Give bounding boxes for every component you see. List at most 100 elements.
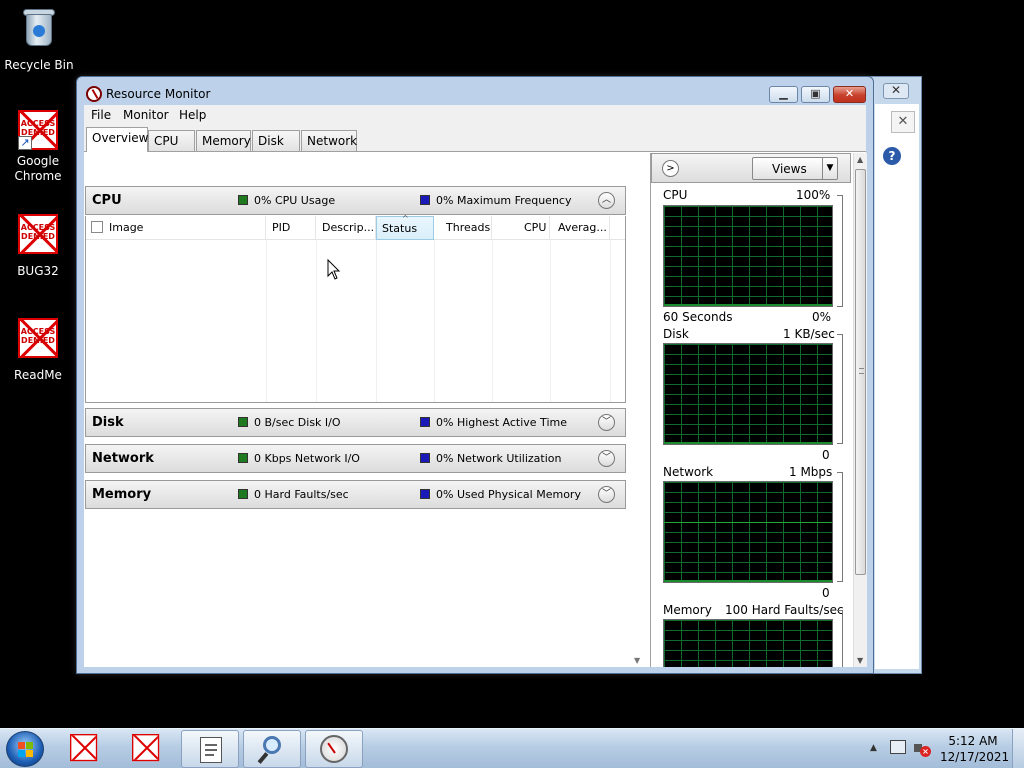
chevron-up-icon[interactable]: ︿ [598,192,615,209]
column-status[interactable]: ^ Status [376,214,434,240]
network-io-legend: 0 Kbps Network I/O [238,452,360,465]
system-clock[interactable]: 5:12 AM 12/17/2021 [940,733,1010,765]
scroll-down-icon[interactable]: ▼ [857,656,863,665]
notepad-icon [200,737,222,763]
menu-help[interactable]: Help [179,108,206,122]
table-header: Image PID Descrip... ^ Status Threads CPU… [86,214,625,240]
scrollbar-thumb[interactable] [855,169,866,575]
disk-io-legend: 0 B/sec Disk I/O [238,416,341,429]
access-denied-icon [70,734,98,762]
hard-faults-legend: 0 Hard Faults/sec [238,488,349,501]
tab-cpu[interactable]: CPU [148,130,195,151]
recycle-bin-icon [22,8,56,48]
desktop-icon-label: Recycle Bin [4,58,74,72]
tab-network[interactable]: Network [301,130,357,151]
chevron-right-icon[interactable]: > [662,160,679,177]
column-cpu[interactable]: CPU [492,216,550,240]
gauge-icon [320,735,348,763]
desktop-icon-google-chrome[interactable]: ACCESS DENIED ↗ Google Chrome [0,110,76,184]
resource-monitor-window: Resource Monitor ▁ ▣ ✕ File Monitor Help… [76,76,874,674]
cpu-graph [663,205,833,307]
chevron-down-icon[interactable]: ﹀ [598,414,615,431]
clock-date: 12/17/2021 [940,750,1010,764]
graph-max: 100 Hard Faults/sec [725,603,844,617]
graph-max: 1 Mbps [789,465,833,479]
scroll-up-icon[interactable]: ▲ [857,155,863,164]
taskbar-item-resource-monitor[interactable] [305,730,363,768]
graph-max: 100% [796,188,831,202]
maximize-button[interactable]: ▣ [801,86,830,103]
graph-footer-right: 0 [822,448,830,462]
views-button[interactable]: Views ▼ [752,157,838,180]
disk-section-header[interactable]: Disk 0 B/sec Disk I/O 0% Highest Active … [85,408,626,437]
cpu-process-table: Image PID Descrip... ^ Status Threads CPU… [85,214,626,403]
physical-memory-legend: 0% Used Physical Memory [420,488,581,501]
left-pane-scrollbar[interactable]: ▼ [631,153,645,667]
minimize-button[interactable]: ▁ [769,86,798,103]
taskbar-item-access-denied-2[interactable] [118,730,176,768]
title-bar[interactable]: Resource Monitor ▁ ▣ ✕ [77,77,873,105]
dropdown-arrow-icon[interactable]: ▼ [822,158,837,179]
cpu-section-header[interactable]: CPU 0% CPU Usage 0% Maximum Frequency ︿ [85,186,626,215]
desktop-icon-recycle-bin[interactable]: Recycle Bin [1,8,77,73]
show-hidden-icons-icon[interactable]: ▲ [870,743,877,753]
tab-overview[interactable]: Overview [86,127,149,152]
menu-file[interactable]: File [91,108,111,122]
chevron-down-icon[interactable]: ﹀ [598,450,615,467]
access-denied-icon [132,734,160,762]
start-button[interactable] [6,731,44,767]
desktop-icon-label: BUG32 [17,264,59,278]
tab-disk[interactable]: Disk [252,130,300,151]
section-title: Disk [92,415,124,430]
windows-logo-icon [18,742,34,757]
scroll-down-icon[interactable]: ▼ [634,656,640,665]
graph-max: 1 KB/sec [783,327,835,341]
disk-graph [663,343,833,445]
graph-title: Memory [663,603,712,617]
help-icon[interactable]: ? [883,147,901,165]
show-desktop-button[interactable] [1012,729,1024,768]
taskbar-item-search[interactable] [243,730,301,768]
sort-ascending-icon: ^ [402,214,409,223]
graph-pane-scrollbar[interactable]: ▲ ▼ [853,153,867,667]
graph-pane: > Views ▼ CPU 100% 60 Seconds 0% Disk 1 … [650,153,867,667]
volume-muted-icon[interactable]: × [914,740,931,757]
chevron-down-icon[interactable]: ﹀ [598,486,615,503]
max-frequency-legend: 0% Maximum Frequency [420,194,571,207]
menu-monitor[interactable]: Monitor [123,108,169,122]
graph-title: Disk [663,327,689,341]
network-section-header[interactable]: Network 0 Kbps Network I/O 0% Network Ut… [85,444,626,473]
column-pid[interactable]: PID [266,216,316,240]
desktop-icon-readme[interactable]: ACCESS DENIED ReadMe [0,318,76,383]
access-denied-icon: ACCESS DENIED [18,318,58,358]
close-icon[interactable]: ✕ [891,111,915,133]
select-all-checkbox[interactable] [91,221,103,233]
close-button[interactable]: ✕ [833,86,866,103]
desktop-icon-label: Google Chrome [14,154,62,183]
column-average-cpu[interactable]: Averag... [550,216,610,240]
network-icon[interactable] [890,740,906,754]
taskbar: ▲ × 5:12 AM 12/17/2021 [0,728,1024,768]
memory-section-header[interactable]: Memory 0 Hard Faults/sec 0% Used Physica… [85,480,626,509]
taskbar-item-access-denied-1[interactable] [56,730,114,768]
column-threads[interactable]: Threads [434,216,492,240]
shortcut-arrow-icon: ↗ [18,136,32,150]
window-title: Resource Monitor [106,87,211,101]
network-utilization-legend: 0% Network Utilization [420,452,562,465]
column-description[interactable]: Descrip... [316,216,376,240]
network-graph [663,481,833,583]
background-window[interactable]: ✕ ✕ ? [870,76,922,674]
cpu-usage-legend: 0% CPU Usage [238,194,335,207]
active-time-legend: 0% Highest Active Time [420,416,567,429]
taskbar-item-notepad[interactable] [181,730,239,768]
close-icon[interactable]: ✕ [883,83,909,99]
overview-pane: CPU 0% CPU Usage 0% Maximum Frequency ︿ … [84,153,629,667]
desktop-icon-bug32[interactable]: ACCESS DENIED BUG32 [0,214,76,279]
section-title: Memory [92,487,152,502]
graph-footer-right: 0% [812,310,832,324]
section-title: Network [92,451,154,466]
column-image[interactable]: Image [86,216,266,240]
tab-bar: Overview CPU Memory Disk Network [84,125,866,152]
tab-memory[interactable]: Memory [196,130,251,151]
magnifier-icon [263,736,281,754]
